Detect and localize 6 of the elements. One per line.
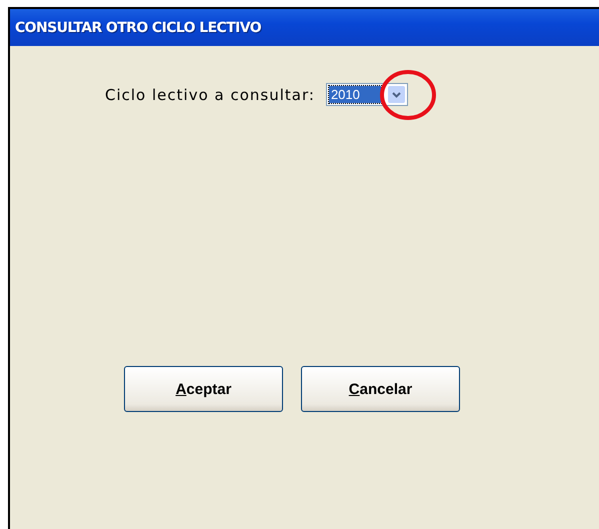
field-label: Ciclo lectivo a consultar: xyxy=(105,86,315,104)
dialog-button[interactable]: Aceptar xyxy=(124,366,283,412)
highlight-circle xyxy=(378,69,437,121)
year-dropdown[interactable]: 2010 xyxy=(326,83,408,106)
dialog-button[interactable]: Cancelar xyxy=(301,366,460,412)
window-title: CONSULTAR OTRO CICLO LECTIVO xyxy=(15,20,262,36)
